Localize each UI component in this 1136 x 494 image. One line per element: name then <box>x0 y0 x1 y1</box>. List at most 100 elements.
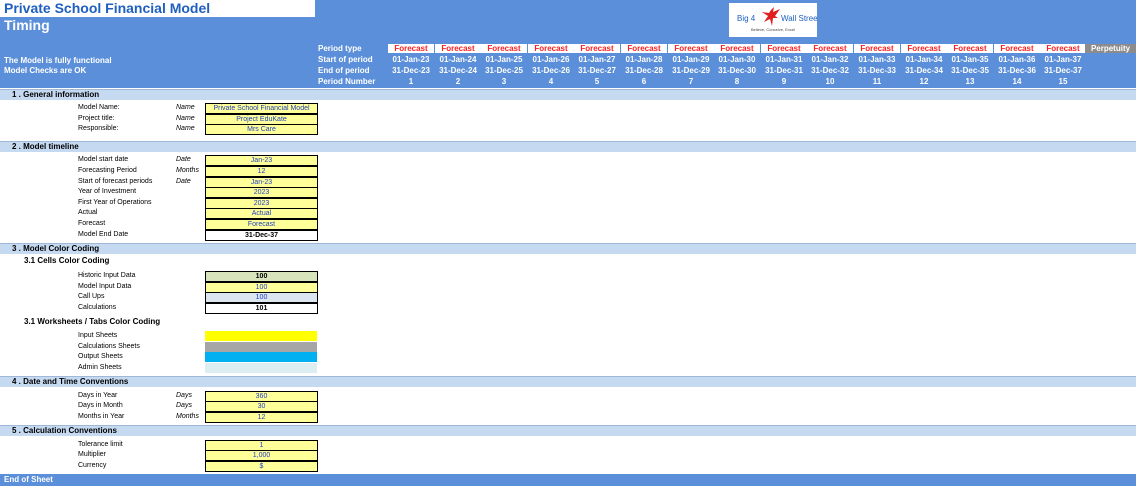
row-label: Responsible: <box>78 125 119 132</box>
period-number-cell: 13 <box>965 77 975 86</box>
subsection-title: 3.1 Cells Color Coding <box>24 256 110 265</box>
eagle-icon <box>762 7 780 26</box>
row-label: Tolerance limit <box>78 441 123 448</box>
end-of-sheet-bar: End of Sheet <box>0 474 1136 486</box>
period-end-cell: 31-Dec-29 <box>672 66 710 75</box>
period-type-cell: Forecast <box>668 44 714 53</box>
company-logo: Big 4 Wall Street Believe, Conceive, Exc… <box>729 3 817 37</box>
section-calculation-conventions: 5 . Calculation Conventions <box>0 425 1136 436</box>
period-start-cell: 01-Jan-27 <box>578 55 616 64</box>
section-title: 2 . Model timeline <box>12 142 79 151</box>
currency-input[interactable]: $ <box>205 461 318 472</box>
section-title: 3 . Model Color Coding <box>12 244 100 253</box>
section-title: 5 . Calculation Conventions <box>12 426 117 435</box>
section-model-timeline: 2 . Model timeline <box>0 141 1136 152</box>
calculation-sheets-swatch <box>205 342 317 352</box>
row-label: Days in Year <box>78 392 118 399</box>
period-end-cell: 31-Dec-28 <box>625 66 663 75</box>
period-number-cell: 14 <box>1012 77 1022 86</box>
section-title: 4 . Date and Time Conventions <box>12 377 129 386</box>
row-label: Project title: <box>78 115 115 122</box>
period-start-cell: 01-Jan-24 <box>439 55 477 64</box>
period-start-cell: 01-Jan-36 <box>998 55 1036 64</box>
period-number-cell: 15 <box>1058 77 1068 86</box>
period-number-cell: 1 <box>408 77 414 86</box>
period-start-cell: 01-Jan-30 <box>718 55 756 64</box>
period-end-cell: 31-Dec-24 <box>439 66 477 75</box>
period-start-cell: 01-Jan-37 <box>1044 55 1082 64</box>
period-end-cell: 31-Dec-34 <box>905 66 943 75</box>
label-start-of-period: Start of period <box>318 55 373 64</box>
model-end-date-cell[interactable]: 31-Dec-37 <box>205 230 318 241</box>
period-end-cell: 31-Dec-35 <box>951 66 989 75</box>
forecasting-period-input[interactable]: 12 <box>205 166 318 177</box>
historic-input-sample[interactable]: 100 <box>205 271 318 282</box>
period-start-cell: 01-Jan-23 <box>392 55 430 64</box>
row-label: Currency <box>78 462 107 469</box>
period-start-cell: 01-Jan-33 <box>858 55 896 64</box>
period-end-cell: 31-Dec-23 <box>392 66 430 75</box>
actual-label-input[interactable]: Actual <box>205 208 318 219</box>
period-type-cell: Forecast <box>1040 44 1086 53</box>
months-in-year-input[interactable]: 12 <box>205 412 318 423</box>
row-unit: Months <box>176 413 199 420</box>
period-number-cell: 5 <box>594 77 600 86</box>
row-unit: Days <box>176 402 192 409</box>
subsection-title: 3.1 Worksheets / Tabs Color Coding <box>24 317 161 326</box>
period-number-cell: 7 <box>688 77 694 86</box>
period-number-cell: 9 <box>781 77 787 86</box>
period-end-cell: 31-Dec-36 <box>998 66 1036 75</box>
period-end-cell: 31-Dec-32 <box>811 66 849 75</box>
calculations-sample[interactable]: 101 <box>205 303 318 314</box>
responsible-input[interactable]: Mrs Care <box>205 124 318 135</box>
row-label: Start of forecast periods <box>78 178 153 185</box>
period-type-cell: Forecast <box>714 44 760 53</box>
output-sheets-swatch <box>205 352 317 362</box>
period-type-cell: Forecast <box>435 44 481 53</box>
period-end-cell: 31-Dec-25 <box>485 66 523 75</box>
label-period-number: Period Number <box>318 77 376 86</box>
row-label: First Year of Operations <box>78 199 152 206</box>
period-type-cell: Forecast <box>807 44 853 53</box>
logo-tagline: Believe, Conceive, Excel <box>751 27 796 32</box>
period-start-cell: 01-Jan-29 <box>672 55 710 64</box>
subsection-tabs-color-coding: 3.1 Worksheets / Tabs Color Coding <box>0 317 1136 327</box>
label-period-type: Period type <box>318 44 362 53</box>
multiplier-input[interactable]: 1,000 <box>205 450 318 461</box>
period-end-cell: 31-Dec-37 <box>1044 66 1082 75</box>
forecast-label-input[interactable]: Forecast <box>205 219 318 230</box>
call-ups-sample[interactable]: 100 <box>205 292 318 303</box>
perpetuity-header: Perpetuity <box>1085 44 1136 53</box>
row-label: Calculations <box>78 304 117 311</box>
row-label: Model Input Data <box>78 283 132 290</box>
period-start-cell: 01-Jan-28 <box>625 55 663 64</box>
status-line-checks: Model Checks are OK <box>4 66 87 75</box>
section-date-time-conventions: 4 . Date and Time Conventions <box>0 376 1136 387</box>
logo-text-left: Big 4 <box>737 14 756 23</box>
row-label: Months in Year <box>78 413 125 420</box>
row-label: Forecasting Period <box>78 167 137 174</box>
row-label: Actual <box>78 209 98 216</box>
period-type-cell: Forecast <box>574 44 620 53</box>
period-number-cell: 10 <box>825 77 835 86</box>
section-general-information: 1 . General information <box>0 89 1136 100</box>
period-number-cell: 8 <box>734 77 740 86</box>
model-name-input[interactable]: Private School Financial Model <box>205 103 318 114</box>
period-start-cell: 01-Jan-35 <box>951 55 989 64</box>
row-unit: Days <box>176 392 192 399</box>
end-of-sheet-label: End of Sheet <box>4 475 53 484</box>
model-start-date-input[interactable]: Jan-23 <box>205 155 318 166</box>
period-type-cell: Forecast <box>901 44 947 53</box>
days-in-month-input[interactable]: 30 <box>205 401 318 412</box>
period-end-cell: 31-Dec-31 <box>765 66 803 75</box>
period-end-cell: 31-Dec-26 <box>532 66 570 75</box>
row-unit: Name <box>176 104 195 111</box>
row-unit: Name <box>176 115 195 122</box>
period-number-cell: 3 <box>501 77 507 86</box>
row-label: Days in Month <box>78 402 123 409</box>
period-type-cell: Forecast <box>947 44 993 53</box>
period-type-cell: Forecast <box>388 44 434 53</box>
year-of-investment-input[interactable]: 2023 <box>205 187 318 198</box>
admin-sheets-swatch <box>205 363 317 373</box>
row-label: Model start date <box>78 156 129 163</box>
